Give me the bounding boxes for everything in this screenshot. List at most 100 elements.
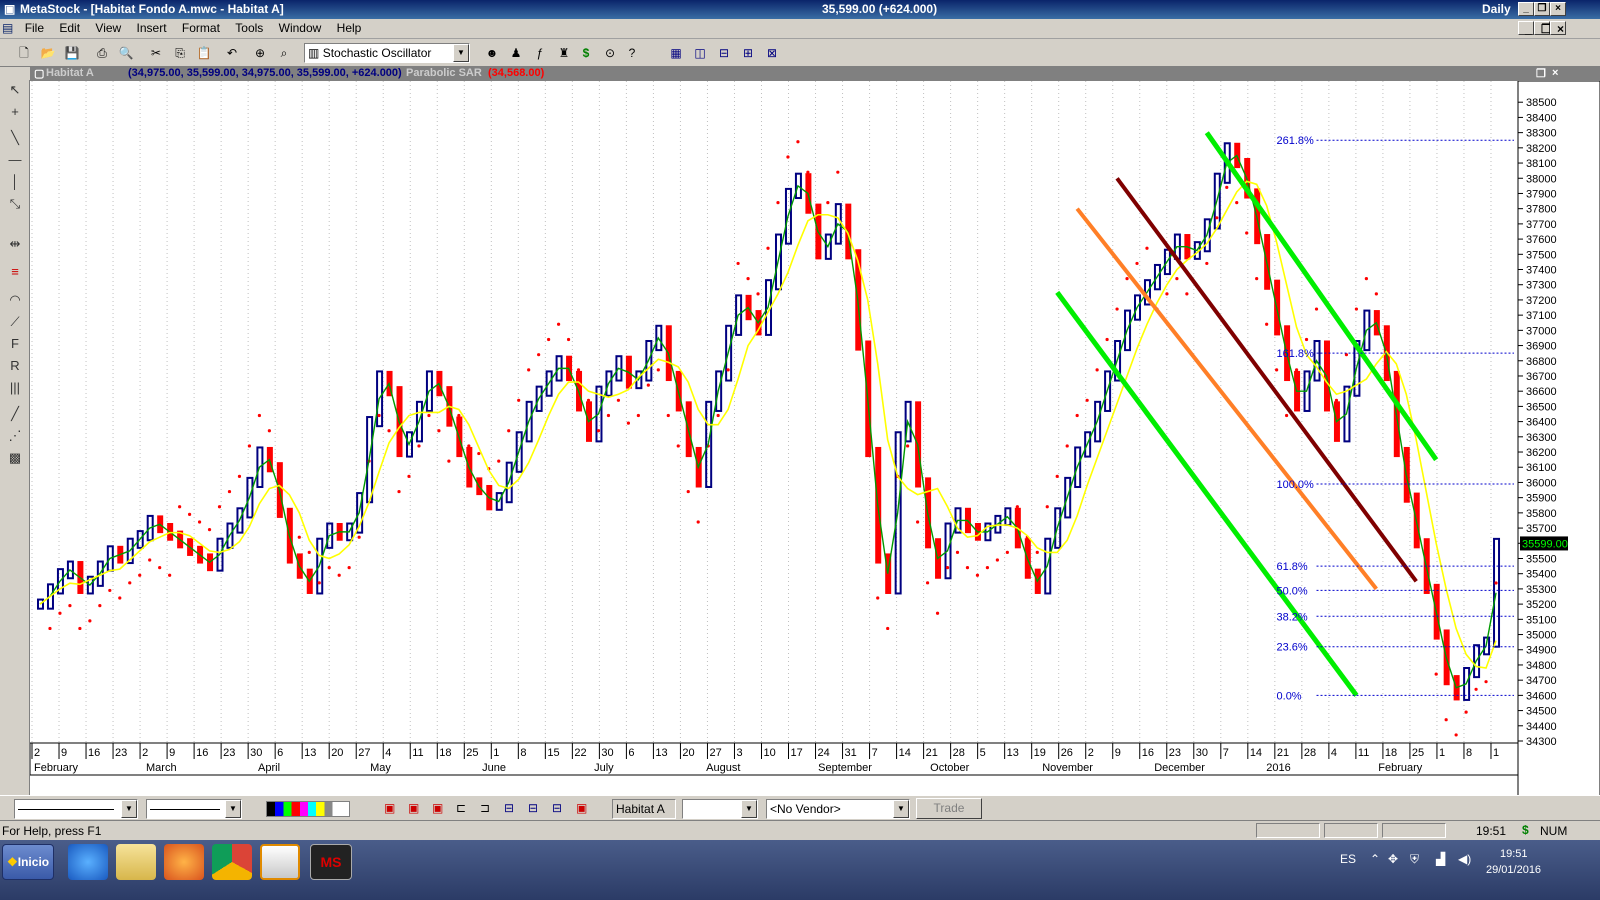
start-button[interactable]: ❖Inicio <box>2 844 54 880</box>
line-weight-select[interactable]: ▼ <box>146 799 242 819</box>
menu-edit[interactable]: Edit <box>53 19 86 37</box>
tray-shield-icon[interactable]: ⛨ <box>1410 852 1419 867</box>
metastock-taskbar-icon[interactable]: MS <box>310 844 352 880</box>
style-icon-6[interactable]: ⊟ <box>504 801 514 815</box>
color-palette[interactable] <box>266 801 350 817</box>
style-icon-9[interactable]: ▣ <box>576 801 587 815</box>
time-zones-icon[interactable]: ||| <box>5 378 25 398</box>
sar-dot <box>237 474 242 478</box>
chart-close-icon[interactable]: × <box>1552 67 1558 79</box>
sar-dot <box>297 535 301 539</box>
system-tester-icon[interactable]: ♜ <box>554 44 574 63</box>
vertical-line-icon[interactable]: │ <box>5 172 25 192</box>
arc-icon[interactable]: ◠ <box>5 290 25 310</box>
trendline-icon[interactable]: ╲ <box>5 128 25 148</box>
chevron-down-icon[interactable]: ▼ <box>453 44 469 62</box>
network-signal-icon[interactable]: ▟ <box>1436 852 1445 866</box>
menu-insert[interactable]: Insert <box>131 19 173 37</box>
print-preview-icon[interactable]: 🔍 <box>116 44 136 63</box>
window-tile-horizontal-icon[interactable]: ⊟ <box>714 44 734 63</box>
zoom-icon[interactable]: ⌕ <box>274 44 294 63</box>
menu-help[interactable]: Help <box>331 19 368 37</box>
x-tick-label: 18 <box>1385 747 1397 759</box>
media-player-icon[interactable] <box>260 844 300 880</box>
close-icon[interactable]: × <box>1550 2 1566 16</box>
restore-icon[interactable]: ❐ <box>1534 2 1550 16</box>
firefox-icon[interactable] <box>164 844 204 880</box>
window-cascade-icon[interactable]: ▦ <box>666 44 686 63</box>
sar-dot <box>357 535 361 539</box>
sar-dot <box>277 474 281 478</box>
crosshair-icon[interactable]: ⊕ <box>250 44 270 63</box>
security-field[interactable]: Habitat A <box>612 799 676 819</box>
binoculars-icon[interactable]: ⊙ <box>600 44 620 63</box>
speed-lines-icon[interactable]: ⟋ <box>5 312 25 332</box>
style-icon-3[interactable]: ▣ <box>432 801 443 815</box>
menu-view[interactable]: View <box>89 19 127 37</box>
fibonacci-icon[interactable]: F <box>5 334 25 354</box>
save-icon[interactable]: 💾 <box>62 44 82 63</box>
style-icon-1[interactable]: ▣ <box>384 801 395 815</box>
regression-icon[interactable]: ╱ <box>5 404 25 424</box>
cut-icon[interactable]: ✂ <box>146 44 166 63</box>
style-icon-7[interactable]: ⊟ <box>528 801 538 815</box>
file-explorer-icon[interactable] <box>116 844 156 880</box>
open-icon[interactable]: 📂 <box>38 44 58 63</box>
style-icon-2[interactable]: ▣ <box>408 801 419 815</box>
window-grid-icon[interactable]: ⊞ <box>738 44 758 63</box>
window-arrange-icon[interactable]: ⊠ <box>762 44 782 63</box>
undo-icon[interactable]: ↶ <box>222 44 242 63</box>
chart-window[interactable]: ▢ Habitat A (34,975.00, 35,599.00, 34,97… <box>30 67 1600 807</box>
formula-icon[interactable]: ƒ <box>530 44 550 63</box>
child-close-icon[interactable]: × <box>1550 21 1566 35</box>
minimize-icon[interactable]: _ <box>1518 2 1534 16</box>
indicator-select[interactable]: ▥ Stochastic Oscillator ▼ <box>304 43 470 63</box>
retracement-icon[interactable]: R <box>5 356 25 376</box>
timeframe-select[interactable]: ▼ <box>682 799 758 819</box>
vendor-select[interactable]: <No Vendor> ▼ <box>766 799 910 819</box>
style-icon-5[interactable]: ⊐ <box>480 801 490 815</box>
paste-icon[interactable]: 📋 <box>194 44 214 63</box>
style-icon-8[interactable]: ⊟ <box>552 801 562 815</box>
y-tick-label: 35400 <box>1526 569 1557 581</box>
horizontal-line-icon[interactable]: — <box>5 150 25 170</box>
chevron-down-icon[interactable]: ▼ <box>741 800 757 818</box>
clock-date[interactable]: 29/01/2016 <box>1486 864 1541 876</box>
grid-icon[interactable]: ▩ <box>5 448 25 468</box>
child-restore-icon[interactable]: ❐ <box>1534 21 1552 35</box>
price-chart[interactable]: 261.8% 161.8% 100.0% 61.8% 50.0% 38.2% 23.6% 0.… <box>30 81 1600 807</box>
chevron-down-icon[interactable]: ▼ <box>121 800 137 818</box>
chart-restore-icon[interactable]: ❐ <box>1536 67 1546 80</box>
help-pointer-icon[interactable]: ? <box>622 44 642 63</box>
gann-fan-icon[interactable]: ⋰ <box>5 426 25 446</box>
parallel-lines-icon[interactable]: ≡ <box>5 262 25 282</box>
copy-icon[interactable]: ⎘ <box>170 44 190 63</box>
chrome-icon[interactable] <box>212 844 252 880</box>
menu-file[interactable]: File <box>19 19 50 37</box>
line-style-select[interactable]: ▼ <box>14 799 138 819</box>
internet-explorer-icon[interactable] <box>68 844 108 880</box>
chevron-down-icon[interactable]: ▼ <box>893 800 909 818</box>
trade-button[interactable]: Trade <box>916 798 982 819</box>
window-tile-vertical-icon[interactable]: ◫ <box>690 44 710 63</box>
explorer-icon[interactable]: ♟ <box>506 44 526 63</box>
language-indicator[interactable]: ES <box>1340 852 1356 866</box>
print-icon[interactable]: ⎙ <box>92 44 112 63</box>
show-hidden-icons-icon[interactable]: ⌃ <box>1370 852 1380 866</box>
style-icon-4[interactable]: ⊏ <box>456 801 466 815</box>
dollar-icon[interactable]: $ <box>576 44 596 63</box>
tray-app-icon[interactable]: ✥ <box>1388 852 1398 866</box>
expert-icon[interactable]: ☻ <box>482 44 502 63</box>
pointer-icon[interactable]: ↖ <box>5 80 25 100</box>
menu-tools[interactable]: Tools <box>229 19 269 37</box>
clock-time[interactable]: 19:51 <box>1500 848 1528 860</box>
cycle-lines-icon[interactable]: ⇹ <box>5 234 25 254</box>
new-icon[interactable]: 🗋 <box>14 44 34 63</box>
menu-window[interactable]: Window <box>273 19 328 37</box>
zigzag-icon[interactable]: ⤡ <box>5 194 25 214</box>
menu-format[interactable]: Format <box>176 19 226 37</box>
chevron-down-icon[interactable]: ▼ <box>225 800 241 818</box>
volume-icon[interactable]: ◀) <box>1458 852 1471 866</box>
cross-icon[interactable]: + <box>5 102 25 122</box>
child-minimize-icon[interactable]: _ <box>1518 21 1534 35</box>
